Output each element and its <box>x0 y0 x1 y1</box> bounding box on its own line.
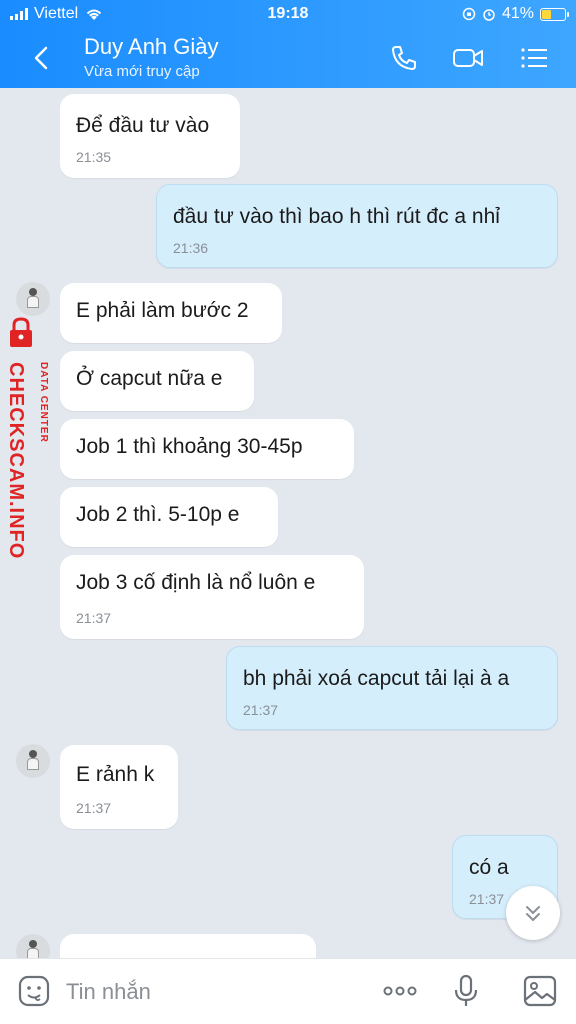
message-bubble-incoming[interactable]: Job 1 thì khoảng 30-45p <box>60 419 354 479</box>
watermark-subtext: DATA CENTER <box>38 362 49 443</box>
video-camera-icon[interactable] <box>450 40 486 76</box>
avatar[interactable] <box>16 934 50 958</box>
message-text: Job 3 cố định là nổ luôn e <box>76 571 316 594</box>
image-icon[interactable] <box>520 971 560 1011</box>
list-menu-icon[interactable] <box>516 40 552 76</box>
chevron-double-down-icon <box>526 906 540 922</box>
message-time: 21:36 <box>173 240 209 256</box>
message-text: Ở capcut nữa e <box>76 367 223 390</box>
message-bubble-incoming[interactable]: Để đầu tư vào 21:35 <box>60 94 240 178</box>
scroll-to-bottom-button[interactable] <box>506 886 560 940</box>
message-text: Để đầu tư vào <box>76 114 210 137</box>
message-text: có a <box>469 856 509 879</box>
message-bubble-incoming-partial[interactable] <box>60 934 316 958</box>
phone-icon[interactable] <box>386 40 422 76</box>
alarm-icon <box>483 9 495 21</box>
message-bubble-incoming[interactable]: Job 2 thì. 5-10p e <box>60 487 278 547</box>
message-time: 21:37 <box>76 610 112 626</box>
watermark: CHECKSCAM.INFO DATA CENTER <box>2 308 62 598</box>
battery-fill <box>542 9 551 19</box>
watermark-text: CHECKSCAM.INFO <box>5 362 27 560</box>
message-text: E rảnh k <box>76 763 155 786</box>
message-bubble-outgoing[interactable]: đầu tư vào thì bao h thì rút đc a nhỉ 21… <box>156 184 558 268</box>
orientation-lock-icon <box>462 7 476 21</box>
lock-icon <box>10 317 32 347</box>
battery-percent: 41% <box>501 5 534 22</box>
avatar[interactable] <box>16 744 50 778</box>
message-time: 21:37 <box>469 891 505 907</box>
message-bubble-incoming[interactable]: Ở capcut nữa e <box>60 351 254 411</box>
message-bubble-incoming[interactable]: E phải làm bước 2 <box>60 283 282 343</box>
message-text: bh phải xoá capcut tải lại à a <box>243 667 510 690</box>
message-text: đầu tư vào thì bao h thì rút đc a nhỉ <box>173 205 500 228</box>
message-list[interactable]: Để đầu tư vào 21:35 đầu tư vào thì bao h… <box>0 88 576 958</box>
status-right: 41% <box>462 5 569 23</box>
chat-header: Viettel 19:18 41% Duy Anh Giày Vừa mới t… <box>0 0 576 88</box>
composer-bar <box>0 958 576 1024</box>
microphone-icon[interactable] <box>446 971 486 1011</box>
message-bubble-outgoing[interactable]: bh phải xoá capcut tải lại à a 21:37 <box>226 646 558 730</box>
message-bubble-incoming[interactable]: Job 3 cố định là nổ luôn e 21:37 <box>60 555 364 639</box>
message-time: 21:35 <box>76 149 112 165</box>
contact-status: Vừa mới truy cập <box>84 63 200 80</box>
message-text: Job 1 thì khoảng 30-45p <box>76 435 303 458</box>
status-bar: Viettel 19:18 41% <box>0 0 576 28</box>
more-dots-icon[interactable] <box>380 971 420 1011</box>
contact-name[interactable]: Duy Anh Giày <box>84 34 219 60</box>
message-text: E phải làm bước 2 <box>76 299 249 322</box>
message-time: 21:37 <box>243 702 279 718</box>
message-time: 21:37 <box>76 800 112 816</box>
message-input[interactable] <box>66 973 356 1011</box>
message-text: Job 2 thì. 5-10p e <box>76 503 240 526</box>
chevron-left-icon[interactable] <box>24 40 60 76</box>
message-bubble-incoming[interactable]: E rảnh k 21:37 <box>60 745 178 829</box>
sticker-icon[interactable] <box>16 973 52 1009</box>
battery-icon <box>540 7 569 21</box>
